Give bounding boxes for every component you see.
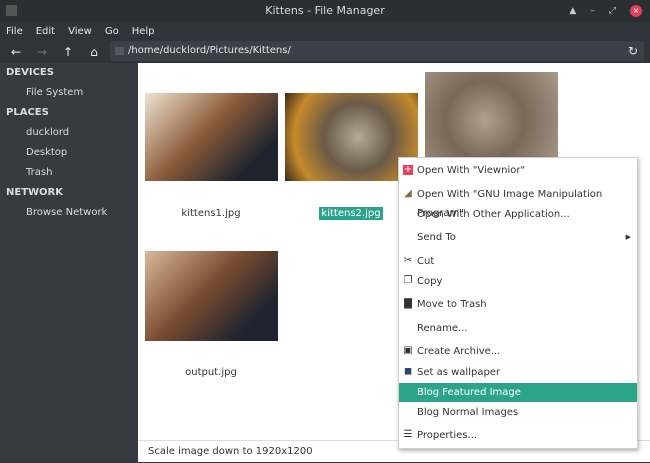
file-label-kittens1[interactable]: kittens1.jpg [144,208,278,219]
sidebar-item-desktop[interactable]: Desktop [0,143,138,163]
viewnior-icon: + [403,164,413,175]
file-thumbnail-output[interactable] [145,251,278,341]
back-arrow-icon[interactable]: ← [8,42,24,62]
menu-go[interactable]: Go [105,22,119,42]
minimize-icon[interactable]: – [590,0,595,22]
maximize-icon[interactable]: ⤢ [609,0,616,22]
file-label-output[interactable]: output.jpg [144,367,278,378]
file-thumbnail-kittens1[interactable] [145,93,278,181]
list-icon: ☰ [403,429,413,440]
scissors-icon: ✂ [403,255,413,266]
title-bar: Kittens - File Manager ▲ – ⤢ × [0,0,650,22]
reload-icon[interactable]: ↻ [628,41,638,61]
menu-item-open-other[interactable]: Open With Other Application... [399,205,637,224]
sidebar-item-trash[interactable]: Trash [0,163,138,183]
menu-view[interactable]: View [68,22,92,42]
sidebar: DEVICES File System PLACES ducklord Desk… [0,63,138,462]
menu-item-cut[interactable]: ✂ Cut [399,252,637,271]
archive-icon: ▣ [403,345,413,356]
menu-item-open-viewnior[interactable]: + Open With "Viewnior" [399,161,637,180]
file-thumbnail-kittens3[interactable] [425,72,558,160]
sidebar-item-ducklord[interactable]: ducklord [0,123,138,143]
sidebar-item-file-system[interactable]: File System [0,83,138,103]
menu-item-open-gimp[interactable]: ◢ Open With "GNU Image Manipulation Progr… [399,185,637,220]
forward-arrow-icon[interactable]: → [34,42,50,62]
folder-icon [115,47,124,55]
menu-item-copy[interactable]: ❐ Copy [399,272,637,291]
trash-icon: ▇ [404,298,412,309]
menu-item-move-to-trash[interactable]: ▇ Move to Trash [399,295,637,314]
copy-icon: ❐ [403,275,413,286]
menu-bar: File Edit View Go Help [0,22,650,42]
menu-item-send-to[interactable]: Send To ▶ [399,228,637,247]
gimp-icon: ◢ [404,188,412,199]
menu-item-blog-featured-image[interactable]: Blog Featured Image [399,383,637,402]
menu-file[interactable]: File [6,22,23,42]
submenu-arrow-icon: ▶ [625,233,631,241]
menu-item-blog-normal-images[interactable]: Blog Normal Images [399,403,637,422]
home-icon[interactable]: ⌂ [86,42,102,62]
menu-item-create-archive[interactable]: ▣ Create Archive... [399,342,637,361]
keep-above-icon[interactable]: ▲ [569,0,576,22]
section-devices: DEVICES [6,67,54,78]
window-title: Kittens - File Manager [265,4,385,17]
section-places: PLACES [6,107,49,118]
up-arrow-icon[interactable]: ↑ [60,42,76,62]
section-network: NETWORK [6,187,64,198]
wallpaper-icon: ◼ [403,366,413,377]
path-text: /home/ducklord/Pictures/Kittens/ [128,45,291,56]
menu-edit[interactable]: Edit [36,22,55,42]
menu-item-set-wallpaper[interactable]: ◼ Set as wallpaper [399,363,637,382]
context-menu: + Open With "Viewnior" ◢ Open With "GNU Im… [398,157,638,449]
folder-icon [6,5,17,16]
menu-item-rename[interactable]: Rename... [399,319,637,338]
location-bar[interactable]: /home/ducklord/Pictures/Kittens/ ↻ [110,41,644,61]
close-icon[interactable]: × [630,5,642,17]
menu-help[interactable]: Help [132,22,155,42]
sidebar-item-browse-network[interactable]: Browse Network [0,203,138,223]
menu-item-properties[interactable]: ☰ Properties... [399,426,637,445]
